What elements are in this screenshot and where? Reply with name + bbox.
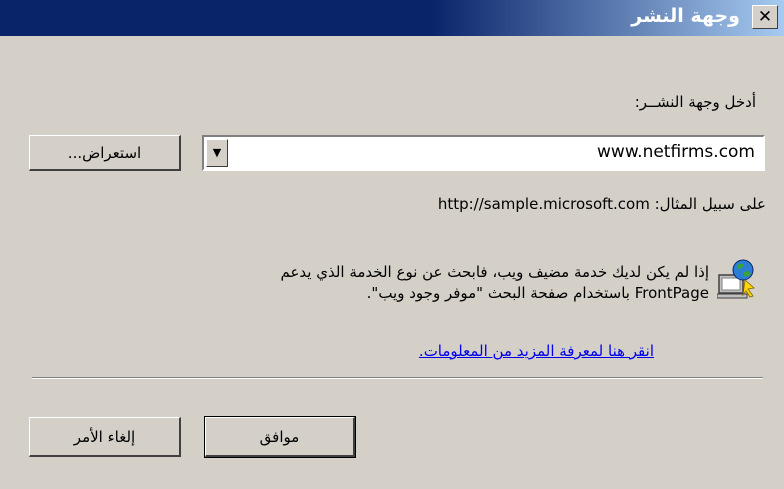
- more-info-link[interactable]: انقر هنا لمعرفة المزيد من المعلومات.: [419, 342, 654, 360]
- example-text: على سبيل المثال: http://sample.microsoft…: [437, 195, 766, 213]
- publish-destination-dialog: ✕ وجهة النشر أدخل وجهة النشــر: استعراض.…: [0, 0, 784, 489]
- title-bar[interactable]: ✕ وجهة النشر: [0, 0, 784, 36]
- separator: [32, 377, 763, 379]
- globe-computer-icon: [717, 259, 755, 299]
- cancel-button[interactable]: إلغاء الأمر: [29, 417, 181, 457]
- close-button[interactable]: ✕: [752, 5, 778, 29]
- close-icon[interactable]: ✕: [758, 7, 772, 27]
- destination-combobox[interactable]: ▼ www.netfirms.com: [202, 135, 765, 171]
- dropdown-arrow-button[interactable]: ▼: [206, 139, 228, 167]
- info-text-line-2: FrontPage باستخدام صفحة البحث "موفر وجود…: [366, 284, 709, 302]
- info-text-line-1: إذا لم يكن لديك خدمة مضيف ويب، فابحث عن …: [280, 263, 709, 281]
- chevron-down-icon[interactable]: ▼: [213, 146, 221, 159]
- destination-label: أدخل وجهة النشــر:: [634, 93, 756, 111]
- ok-button[interactable]: موافق: [204, 416, 356, 458]
- destination-input[interactable]: www.netfirms.com: [597, 142, 755, 162]
- window-title: وجهة النشر: [631, 5, 740, 27]
- browse-button[interactable]: استعراض...: [29, 135, 181, 171]
